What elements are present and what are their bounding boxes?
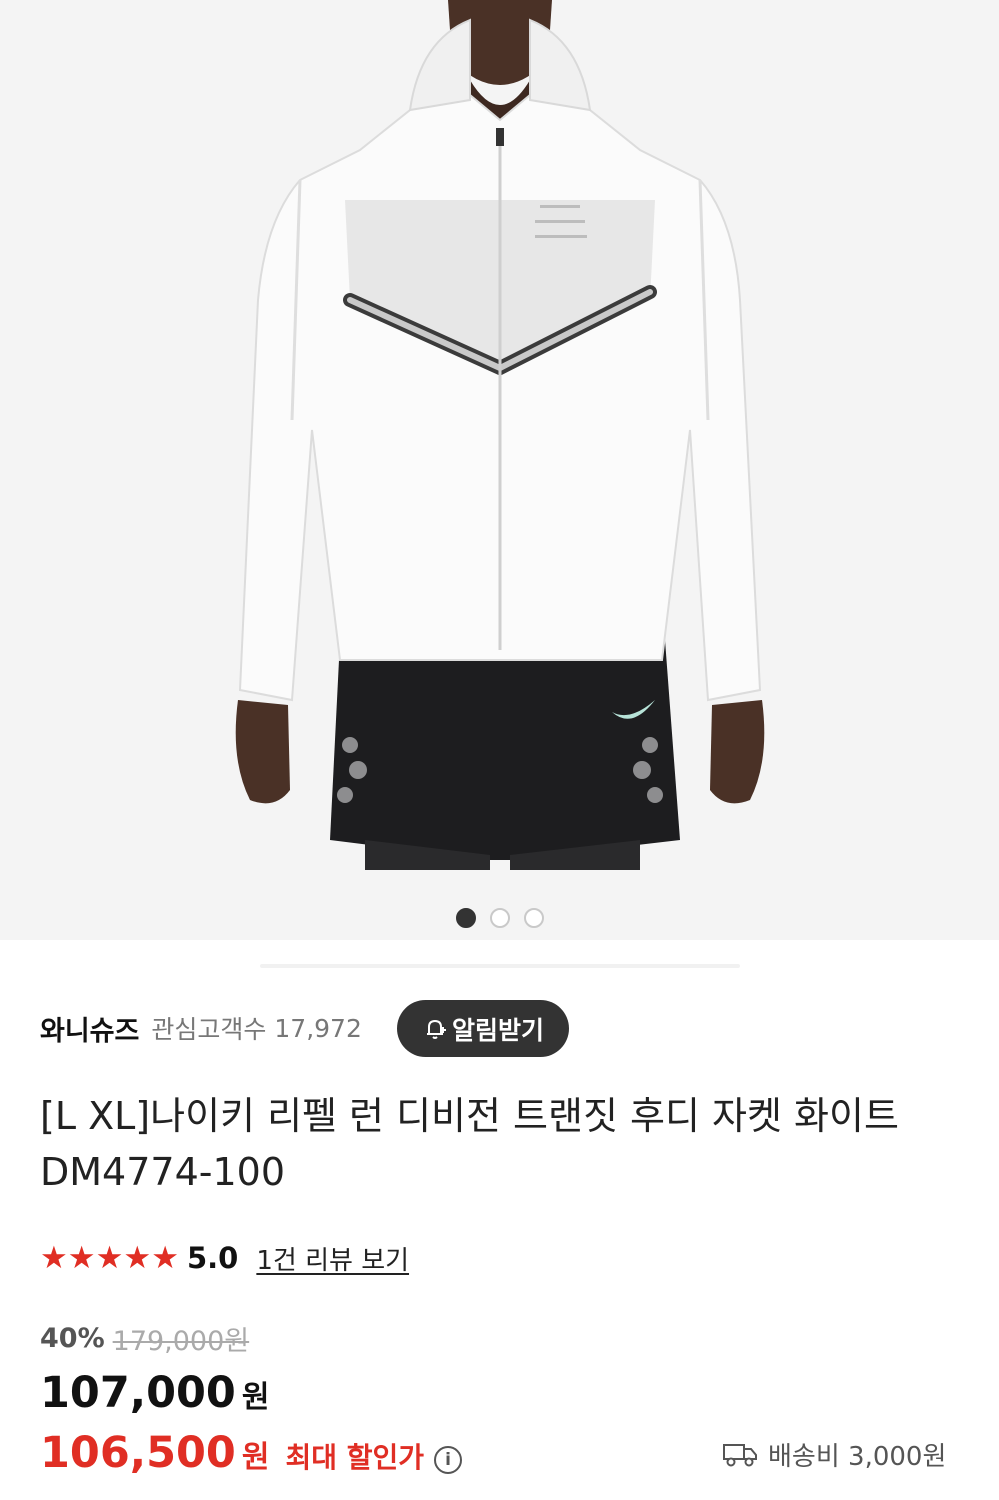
carousel-dot-2[interactable]: [489, 908, 510, 928]
view-reviews-link[interactable]: 1건 리뷰 보기: [256, 1240, 409, 1277]
seller-info: 와니슈즈 관심고객수 17,972: [40, 1000, 362, 1056]
product-title-line2: DM4774-100: [40, 1150, 285, 1194]
rating-summary: ★ ★ ★ ★ ★ 5.0 1건 리뷰 보기: [40, 1238, 409, 1278]
section-divider: [260, 964, 740, 968]
star-icon: ★: [40, 1240, 68, 1276]
discount-rate: 40%: [40, 1322, 105, 1354]
carousel-dot-3[interactable]: [523, 908, 544, 928]
sale-price: 107,000: [40, 1368, 236, 1418]
interest-label: 관심고객수: [151, 1015, 267, 1044]
truck-icon: [723, 1444, 757, 1467]
star-icon: ★: [123, 1240, 152, 1276]
shipping-fee-text: 배송비 3,000원: [768, 1441, 947, 1472]
star-icon: ★: [151, 1240, 179, 1276]
sale-price-row: 107,000 원: [40, 1368, 269, 1428]
alert-button-label: 알림받기: [451, 1015, 544, 1045]
sale-price-currency: 원: [241, 1380, 270, 1415]
star-icon: ★: [95, 1240, 124, 1276]
info-icon[interactable]: i: [434, 1446, 463, 1474]
star-rating: ★ ★ ★ ★ ★: [40, 1241, 179, 1275]
max-discount-currency: 원: [241, 1440, 270, 1475]
carousel-dot-1[interactable]: [455, 908, 476, 928]
max-discount-label: 최대 할인가: [285, 1441, 425, 1474]
rating-score: 5.0: [186, 1241, 239, 1275]
max-discount-row: 106,500 원 최대 할인가 i: [40, 1428, 463, 1488]
original-price: 179,000원: [112, 1325, 250, 1357]
product-image: [0, 0, 999, 940]
star-icon: ★: [67, 1240, 96, 1276]
seller-name[interactable]: 와니슈즈: [40, 1009, 139, 1048]
original-price-row: 40% 179,000원: [40, 1318, 249, 1358]
bell-plus-icon: [426, 1019, 446, 1039]
shipping-fee: 배송비 3,000원: [722, 1432, 946, 1476]
carousel-indicator[interactable]: [0, 908, 999, 934]
notification-subscribe-button[interactable]: 알림받기: [397, 1000, 569, 1057]
product-title-line1: [L XL]나이키 리펠 런 디비전 트랜짓 후디 자켓 화이트: [40, 1094, 899, 1138]
product-image-gallery[interactable]: [0, 0, 999, 940]
max-discount-price: 106,500: [40, 1428, 236, 1478]
interest-count: 17,972: [274, 1013, 362, 1043]
product-title: [L XL]나이키 리펠 런 디비전 트랜짓 후디 자켓 화이트 DM4774-…: [40, 1088, 970, 1200]
